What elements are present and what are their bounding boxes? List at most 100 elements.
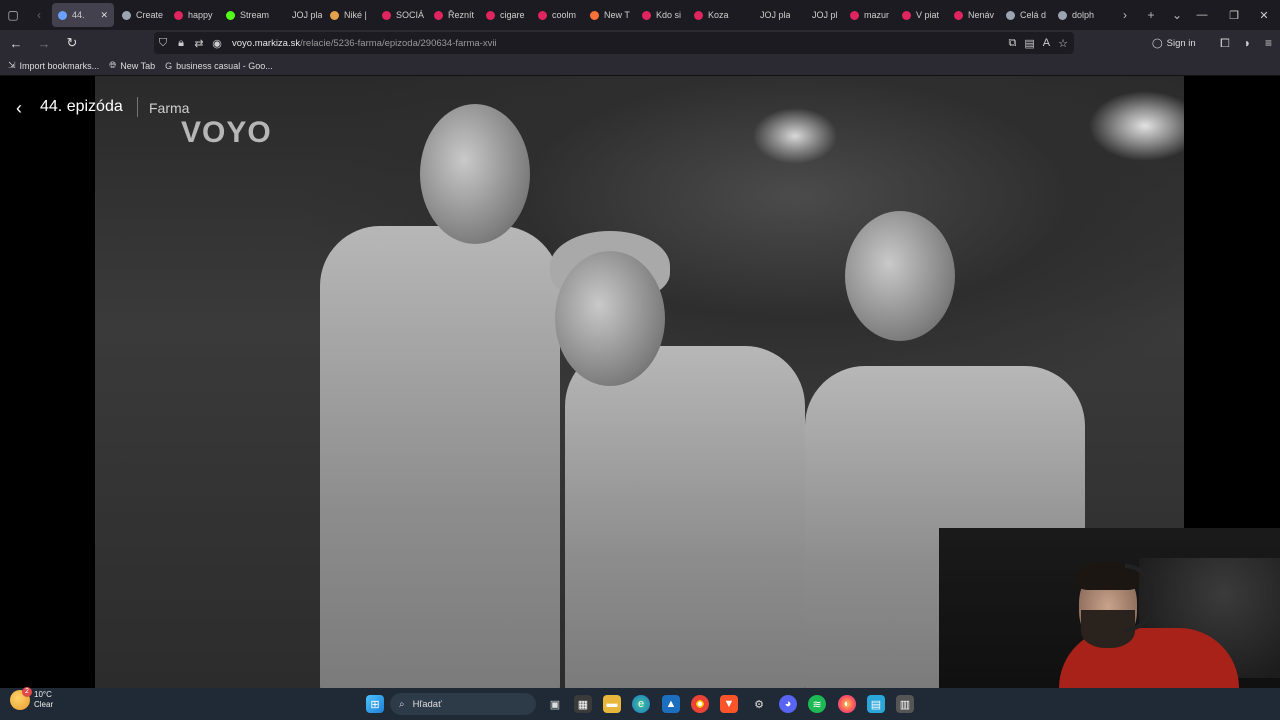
browser-tab[interactable]: New T bbox=[584, 3, 634, 27]
browser-tab[interactable]: happy bbox=[168, 3, 218, 27]
forward-button[interactable]: → bbox=[32, 31, 56, 55]
youtube-icon bbox=[850, 10, 859, 20]
address-bar[interactable]: ⛉ 🔒︎ ⇄ ◉ voyo.markiza.sk/relacie/5236-fa… bbox=[154, 32, 1074, 54]
reload-button[interactable]: ↻ bbox=[60, 31, 84, 55]
discord-icon[interactable]: ◕ bbox=[779, 695, 797, 713]
browser-tab[interactable]: SOCIÁ bbox=[376, 3, 426, 27]
browser-tab[interactable]: coolm bbox=[532, 3, 582, 27]
sign-in-button[interactable]: ◯ Sign in bbox=[1152, 30, 1196, 56]
browser-tab[interactable]: Kdo si bbox=[636, 3, 686, 27]
close-tab-icon[interactable]: ✕ bbox=[100, 10, 108, 21]
restore-button[interactable]: ❐ bbox=[1218, 0, 1250, 30]
weather-desc: Clear bbox=[34, 700, 54, 709]
browser-tab[interactable]: Celá d bbox=[1000, 3, 1050, 27]
bookmark-label: New Tab bbox=[120, 60, 156, 71]
browser-tab[interactable]: Nenáv bbox=[948, 3, 998, 27]
edge-icon[interactable]: e bbox=[632, 695, 650, 713]
tab-scroll-right-icon[interactable]: › bbox=[1112, 0, 1138, 30]
site-icon: ◉ bbox=[212, 37, 222, 50]
brave-icon[interactable]: ▼ bbox=[720, 695, 738, 713]
browser-tab[interactable]: JOJ play bbox=[740, 3, 790, 27]
extensions-icon[interactable]: ⧠ bbox=[1220, 36, 1230, 51]
tab-label: Řeznít bbox=[448, 10, 475, 20]
tab-overview-icon[interactable]: ▢ bbox=[0, 0, 26, 30]
weather-icon: 2 bbox=[10, 687, 32, 710]
new-tab-button[interactable]: + bbox=[1138, 0, 1164, 30]
notepad-icon[interactable]: ▤ bbox=[867, 695, 885, 713]
search-placeholder: Hľadať bbox=[412, 698, 442, 710]
app-icon[interactable]: ▥ bbox=[896, 695, 914, 713]
back-arrow-icon[interactable]: ‹ bbox=[16, 98, 22, 119]
vpn-icon[interactable]: ◗ bbox=[1244, 36, 1251, 50]
start-button[interactable]: ⊞ bbox=[366, 695, 384, 713]
taskbar-search[interactable]: ⌕ Hľadať bbox=[390, 693, 536, 715]
youtube-icon bbox=[174, 10, 183, 20]
voyo-watermark: VOYO bbox=[181, 116, 272, 149]
lock-icon[interactable]: 🔒︎ bbox=[172, 37, 190, 50]
reader-view-icon[interactable]: ▤ bbox=[1024, 37, 1034, 50]
bookmark-import[interactable]: ⇲ Import bookmarks... bbox=[8, 60, 99, 71]
browser-tab[interactable]: cigare bbox=[480, 3, 530, 27]
browser-tab[interactable]: Koza bbox=[688, 3, 738, 27]
google-icon bbox=[1058, 10, 1067, 20]
spotify-icon[interactable]: ≋ bbox=[808, 695, 826, 713]
weather-widget[interactable]: 2 10°C Clear bbox=[10, 687, 54, 710]
minimize-button[interactable]: — bbox=[1186, 0, 1218, 30]
bookmark-label: business casual - Goo... bbox=[176, 60, 273, 71]
url-host: voyo.markiza.sk bbox=[232, 37, 301, 49]
tab-label: SOCIÁ bbox=[396, 10, 425, 20]
firefox-icon[interactable]: ◐ bbox=[838, 695, 856, 713]
browser-tab[interactable]: mazur bbox=[844, 3, 894, 27]
close-window-button[interactable]: ✕ bbox=[1248, 0, 1280, 30]
tab-label: cigare bbox=[500, 10, 525, 20]
tab-label: V piat bbox=[916, 10, 940, 20]
picture-in-picture-icon[interactable]: ⧉ bbox=[1009, 37, 1017, 50]
title-divider bbox=[137, 97, 138, 117]
bookmark-business-casual[interactable]: Gbusiness casual - Goo... bbox=[165, 61, 273, 71]
joj-icon bbox=[278, 10, 287, 20]
chrome-icon[interactable]: ● bbox=[691, 695, 709, 713]
permissions-icon[interactable]: ⇄ bbox=[190, 37, 208, 50]
browser-tab[interactable]: JOJ play bbox=[272, 3, 322, 27]
browser-tab[interactable]: JOJ pl bbox=[792, 3, 842, 27]
voyo-icon bbox=[58, 10, 67, 20]
person-left-head bbox=[420, 104, 530, 244]
browser-tab[interactable]: Řeznít bbox=[428, 3, 478, 27]
browser-tab[interactable]: Create bbox=[116, 3, 166, 27]
sign-in-label: Sign in bbox=[1166, 37, 1196, 49]
youtube-icon bbox=[486, 10, 495, 20]
browser-tab[interactable]: V piat bbox=[896, 3, 946, 27]
youtube-icon bbox=[382, 10, 391, 20]
task-view-icon[interactable]: ▣ bbox=[546, 695, 564, 713]
shield-icon[interactable]: ⛉ bbox=[154, 37, 172, 50]
person-middle bbox=[565, 346, 805, 688]
kick-icon bbox=[226, 10, 235, 20]
tab-scroll-left-icon[interactable]: ‹ bbox=[26, 0, 52, 30]
tab-label: New T bbox=[604, 10, 630, 20]
menu-icon[interactable]: ≡ bbox=[1265, 36, 1272, 50]
plus-icon bbox=[642, 10, 651, 20]
globe-icon: 🌐︎ bbox=[109, 60, 117, 70]
tab-label: happy bbox=[188, 10, 213, 20]
file-explorer-icon[interactable]: ▬ bbox=[603, 695, 621, 713]
browser-tab[interactable]: Stream bbox=[220, 3, 270, 27]
browser-tab[interactable]: Niké | bbox=[324, 3, 374, 27]
browser-tab[interactable]: 44. ✕ bbox=[52, 3, 114, 27]
google-icon: G bbox=[165, 60, 173, 71]
tab-label: Kdo si bbox=[656, 10, 682, 20]
show-name[interactable]: Farma bbox=[149, 100, 189, 116]
joj-icon bbox=[798, 10, 807, 20]
tab-label: 44. bbox=[72, 10, 85, 20]
url-text[interactable]: voyo.markiza.sk/relacie/5236-farma/epizo… bbox=[232, 38, 497, 49]
store-icon[interactable]: ▦ bbox=[574, 695, 592, 713]
back-button[interactable]: ← bbox=[4, 31, 28, 55]
steam-icon[interactable]: ⚙ bbox=[750, 695, 768, 713]
bookmark-star-icon[interactable]: ☆ bbox=[1058, 37, 1068, 50]
tab-label: Celá d bbox=[1020, 10, 1047, 20]
tab-label: Niké | bbox=[344, 10, 367, 20]
photos-icon[interactable]: ▲ bbox=[662, 695, 680, 713]
bookmark-new-tab[interactable]: 🌐︎ New Tab bbox=[109, 60, 155, 71]
tab-strip: 44. ✕ Create happy Stream JOJ play Niké | SOCIÁ… bbox=[52, 0, 1112, 30]
translate-icon[interactable]: A bbox=[1043, 37, 1050, 49]
browser-tab[interactable]: dolph bbox=[1052, 3, 1102, 27]
